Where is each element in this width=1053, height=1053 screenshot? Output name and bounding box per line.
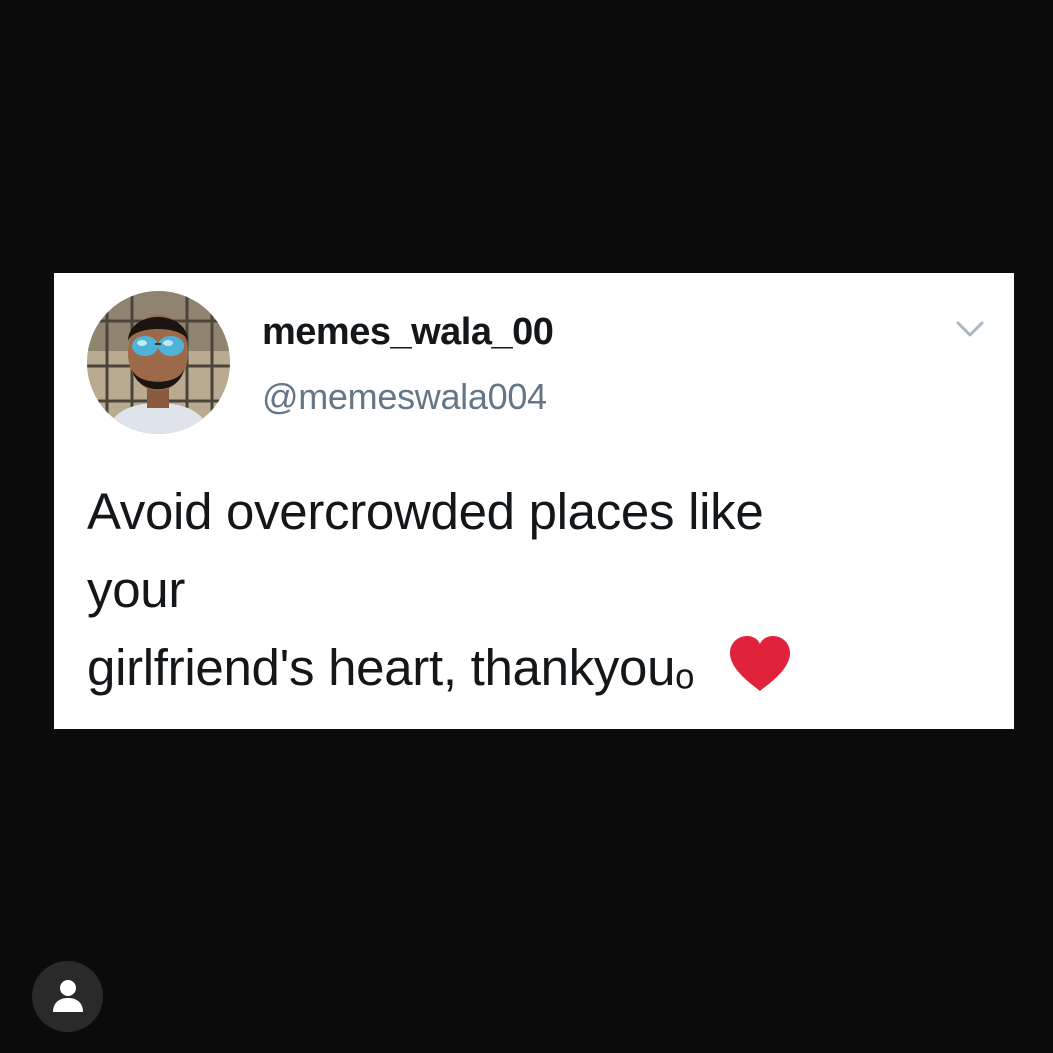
display-name[interactable]: memes_wala_00 bbox=[262, 311, 554, 354]
tweet-card: memes_wala_00 @memeswala004 Avoid overcr… bbox=[54, 273, 1014, 729]
avatar[interactable] bbox=[87, 291, 230, 434]
chevron-down-icon[interactable] bbox=[954, 317, 986, 341]
avatar-image bbox=[87, 291, 230, 434]
heart-icon bbox=[728, 635, 792, 715]
tweet-text-line-last: girlfriend's heart, thankyouₒ bbox=[87, 629, 967, 715]
tweet-text-line: your bbox=[87, 561, 186, 618]
tweet-text-line-content: girlfriend's heart, thankyouₒ bbox=[87, 639, 695, 696]
user-handle[interactable]: @memeswala004 bbox=[262, 376, 547, 418]
profile-button[interactable] bbox=[32, 961, 103, 1032]
tweet-text: Avoid overcrowded places like your girlf… bbox=[87, 473, 967, 715]
user-icon bbox=[53, 980, 83, 1012]
tweet-text-line: Avoid overcrowded places like bbox=[87, 483, 764, 540]
